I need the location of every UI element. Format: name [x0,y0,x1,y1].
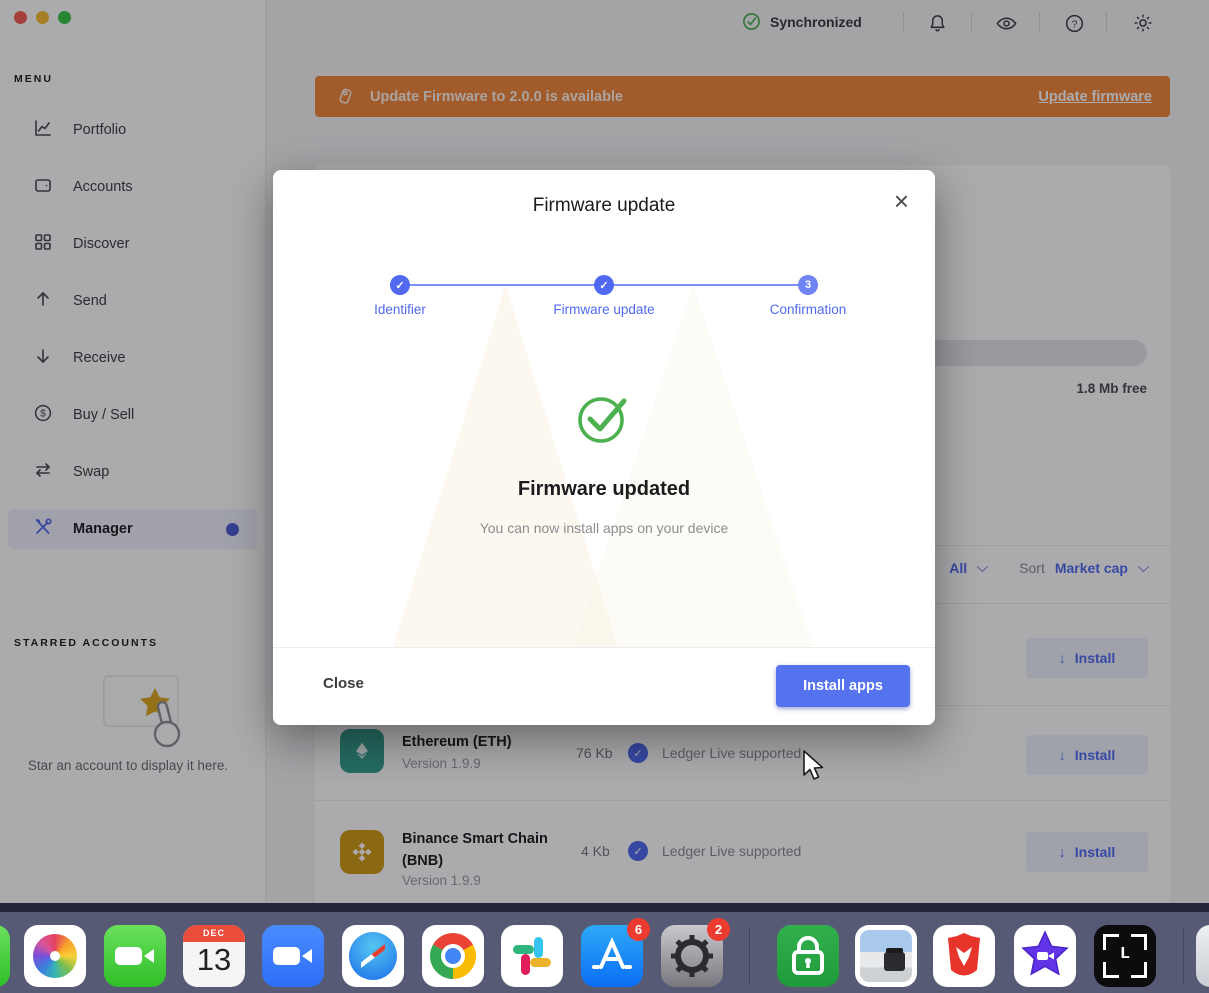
slack-hash-icon [513,937,551,975]
dock-divider [1183,928,1184,984]
dock-calendar-icon[interactable]: DEC 13 [183,925,245,987]
photos-flower-icon [33,934,77,978]
brave-lion-icon [948,933,980,976]
install-apps-button[interactable]: Install apps [776,665,910,707]
result-title: Firmware updated [517,478,691,500]
dock-trash-icon[interactable] [1196,925,1209,987]
camera-lens-glyph [302,949,312,963]
camera-glyph [115,947,142,965]
light-beam [573,285,813,647]
step-label: Confirmation [769,302,847,317]
calendar-month: DEC [183,925,245,942]
photo-thumbnail [860,930,912,982]
camera-glyph [273,947,300,965]
jar-glyph [884,948,905,971]
dock-photos-icon[interactable] [24,925,86,987]
close-button[interactable]: Close [323,675,364,692]
step-firmware-done: ✓ [594,275,614,295]
modal-footer: Close Install apps [273,647,935,725]
dock-1password-icon[interactable] [777,925,839,987]
dock-screenshot-tool-icon[interactable]: L [1094,925,1156,987]
success-check-icon [578,397,627,443]
modal-title: Firmware update [532,195,676,216]
dock-facetime-icon[interactable] [104,925,166,987]
l-letter: L [1119,945,1131,964]
firmware-update-modal: Firmware update × ✓ ✓ 3 Identifier Firmw… [273,170,935,725]
bracket-corner [1131,962,1147,978]
dock-slack-icon[interactable] [501,925,563,987]
dock-zoom-icon[interactable] [262,925,324,987]
mouse-cursor [803,750,824,780]
step-confirmation-current: 3 [798,275,818,295]
lock-icon [792,936,824,975]
result-subtitle: You can now install apps on your device [479,520,729,536]
notification-badge: 6 [627,918,650,941]
desktop: DEC 13 6 2 L [0,903,1209,993]
imovie-star-icon [1021,930,1069,976]
bracket-corner [1103,962,1119,978]
dock-divider [749,928,750,984]
step-identifier-done: ✓ [390,275,410,295]
dock-partial-app-icon[interactable] [0,925,10,987]
close-icon[interactable]: × [894,188,909,214]
dock-safari-icon[interactable] [342,925,404,987]
calendar-day: 13 [196,942,232,977]
dock-system-preferences-icon[interactable]: 2 [661,918,730,987]
camera-lens-glyph [144,949,154,963]
chrome-logo [430,933,476,979]
window-bottom-edge [0,903,1209,912]
dock-appstore-icon[interactable]: 6 [581,918,650,987]
notification-badge: 2 [707,918,730,941]
dock-brave-icon[interactable] [933,925,995,987]
dock-preview-image-icon[interactable] [855,925,917,987]
step-label: Firmware update [553,302,655,317]
dock-imovie-icon[interactable] [1014,925,1076,987]
dock-chrome-icon[interactable] [422,925,484,987]
light-beam [393,285,618,647]
step-label: Identifier [374,302,426,317]
